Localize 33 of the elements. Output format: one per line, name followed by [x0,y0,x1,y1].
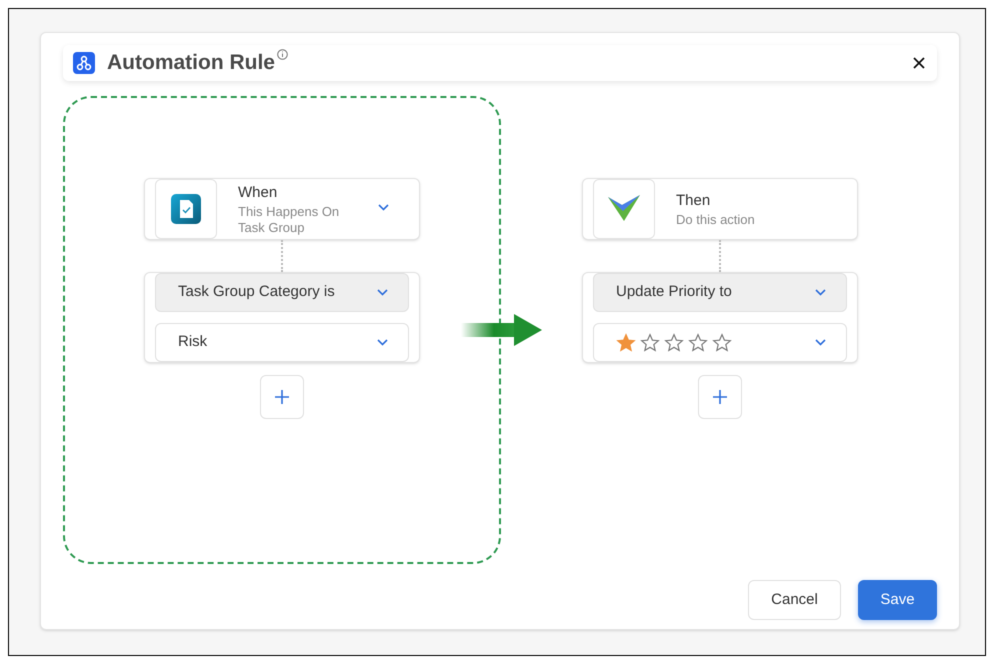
add-button[interactable] [698,375,742,419]
info-icon[interactable] [277,49,288,60]
star-icon [640,332,660,352]
dialog-title: Automation Rule [107,50,275,76]
document-check-icon [171,194,201,224]
star-rating[interactable] [616,332,732,352]
plus-icon [275,390,289,404]
plus-icon [713,390,727,404]
chevron-down-icon [377,339,388,346]
close-icon[interactable] [913,57,925,69]
card-title: Then [676,190,712,211]
chevron-down-icon [377,289,388,296]
card-title: When [238,182,278,203]
star-icon [664,332,684,352]
chevron-down-icon [815,289,826,296]
star-icon [616,332,636,352]
step-card[interactable]: Then Do this action [582,178,858,240]
primary-button[interactable]: Save [858,580,937,620]
dropdown[interactable]: Task Group Category is [155,273,409,312]
dropdown[interactable]: Update Priority to [593,273,847,312]
star-icon [688,332,708,352]
star-icon [712,332,732,352]
add-button[interactable] [260,375,304,419]
chevron-down-icon [815,339,826,346]
chevron-down-icon [378,204,389,210]
app-logo-icon [73,52,95,74]
card-subtitle: This Happens On Task Group [238,204,340,236]
card-subtitle: Do this action [676,212,756,228]
dropdown[interactable]: Risk [155,323,409,362]
rating-dropdown[interactable] [593,323,847,362]
arrow-icon [461,314,542,346]
secondary-button[interactable]: Cancel [748,580,841,620]
step-card[interactable]: When This Happens On Task Group [144,178,420,240]
